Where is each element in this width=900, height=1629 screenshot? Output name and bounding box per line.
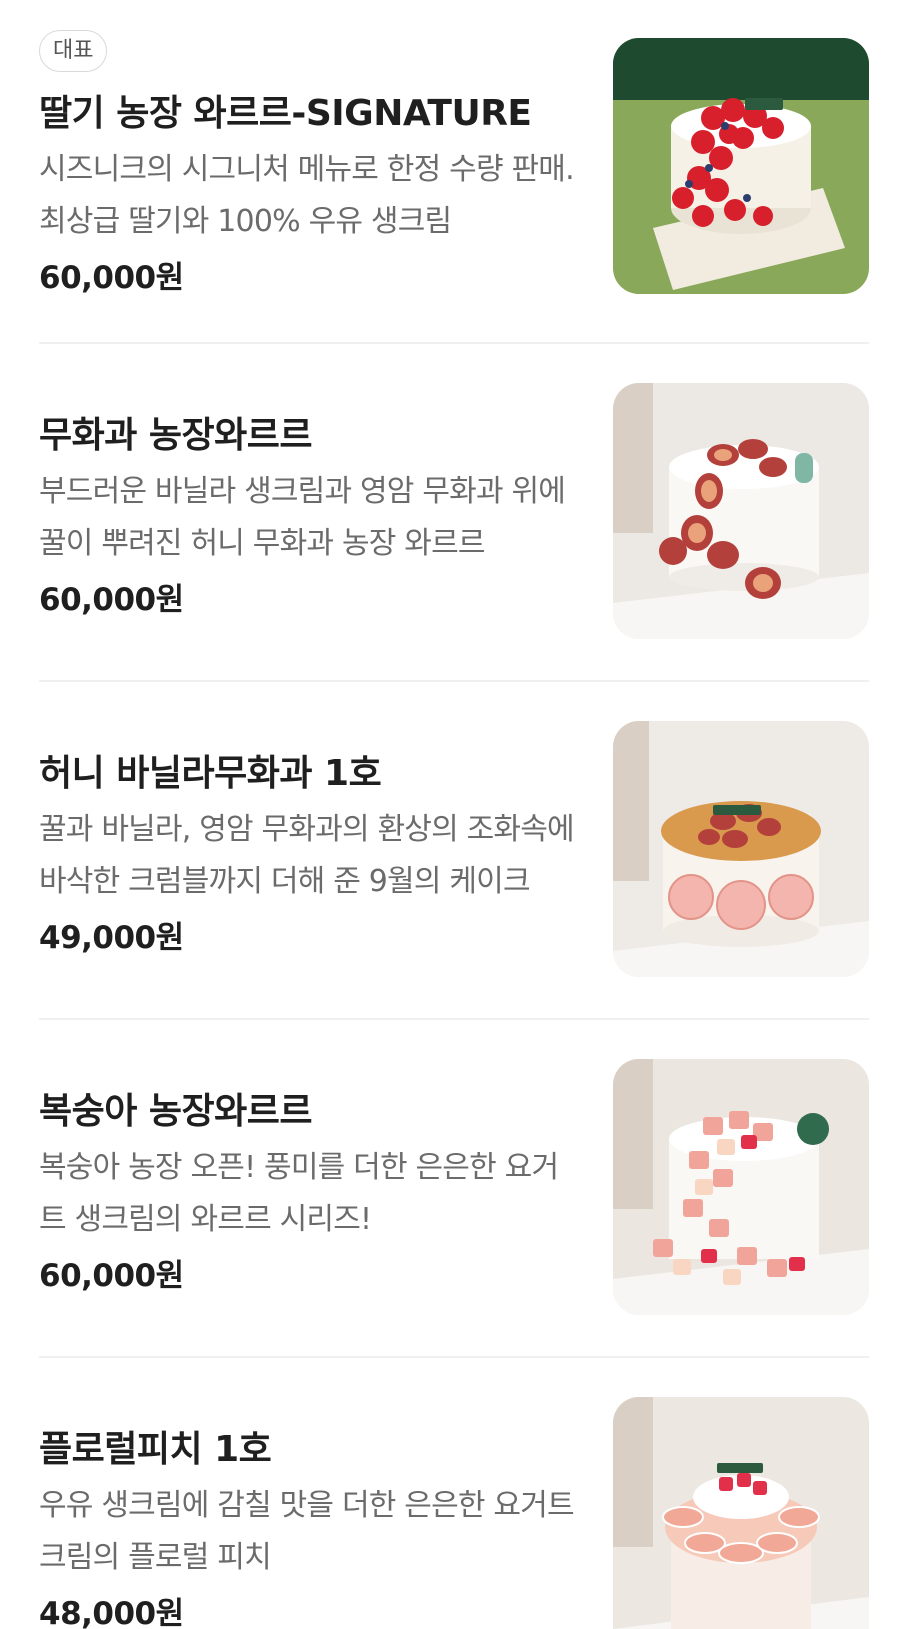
menu-item[interactable]: 무화과 농장와르르 부드러운 바닐라 생크림과 영암 무화과 위에 꿀이 뿌려진… xyxy=(0,345,900,683)
floral-peach-cake-image[interactable] xyxy=(613,1397,869,1629)
menu-item-price: 49,000원 xyxy=(39,920,184,956)
menu-item-name: 허니 바닐라무화과 1호 xyxy=(39,753,382,794)
divider xyxy=(39,680,869,682)
menu-item-description: 복숭아 농장 오픈! 풍미를 더한 은은한 요거트 생크림의 와르르 시리즈! xyxy=(39,1150,559,1237)
fig-cake-image[interactable] xyxy=(613,383,869,639)
menu-item-name: 복숭아 농장와르르 xyxy=(39,1091,313,1132)
menu-item[interactable]: 허니 바닐라무화과 1호 꿀과 바닐라, 영암 무화과의 환상의 조화속에 바삭… xyxy=(0,683,900,1021)
menu-item-name: 플로럴피치 1호 xyxy=(39,1429,272,1470)
menu-item-name: 무화과 농장와르르 xyxy=(39,415,313,456)
menu-item-price: 60,000원 xyxy=(39,1258,184,1294)
menu-item-description: 부드러운 바닐라 생크림과 영암 무화과 위에 꿀이 뿌려진 허니 무화과 농장… xyxy=(39,474,566,561)
menu-item-price: 60,000원 xyxy=(39,582,184,618)
divider xyxy=(39,1356,869,1358)
menu-item-description: 꿀과 바닐라, 영암 무화과의 환상의 조화속에 바삭한 크럼블까지 더해 준 … xyxy=(39,812,575,899)
menu-item[interactable]: 플로럴피치 1호 우유 생크림에 감칠 맛을 더한 은은한 요거트 크림의 플로… xyxy=(0,1359,900,1629)
menu-item-price: 48,000원 xyxy=(39,1596,184,1629)
signature-badge: 대표 xyxy=(39,30,108,72)
divider xyxy=(39,1018,869,1020)
strawberry-cake-image[interactable] xyxy=(613,38,869,294)
menu-list: 대표 딸기 농장 와르르-SIGNATURE 시즈니크의 시그니처 메뉴로 한정… xyxy=(0,0,900,1629)
menu-item[interactable]: 대표 딸기 농장 와르르-SIGNATURE 시즈니크의 시그니처 메뉴로 한정… xyxy=(0,0,900,338)
menu-item-description: 우유 생크림에 감칠 맛을 더한 은은한 요거트 크림의 플로럴 피치 xyxy=(39,1488,575,1575)
menu-item-name: 딸기 농장 와르르-SIGNATURE xyxy=(39,93,532,134)
menu-item-description: 시즈니크의 시그니처 메뉴로 한정 수량 판매. 최상급 딸기와 100% 우유… xyxy=(39,152,575,239)
menu-item[interactable]: 복숭아 농장와르르 복숭아 농장 오픈! 풍미를 더한 은은한 요거트 생크림의… xyxy=(0,1021,900,1359)
peach-cake-image[interactable] xyxy=(613,1059,869,1315)
divider xyxy=(39,342,869,344)
honey-fig-crumble-cake-image[interactable] xyxy=(613,721,869,977)
menu-item-price: 60,000원 xyxy=(39,260,184,296)
